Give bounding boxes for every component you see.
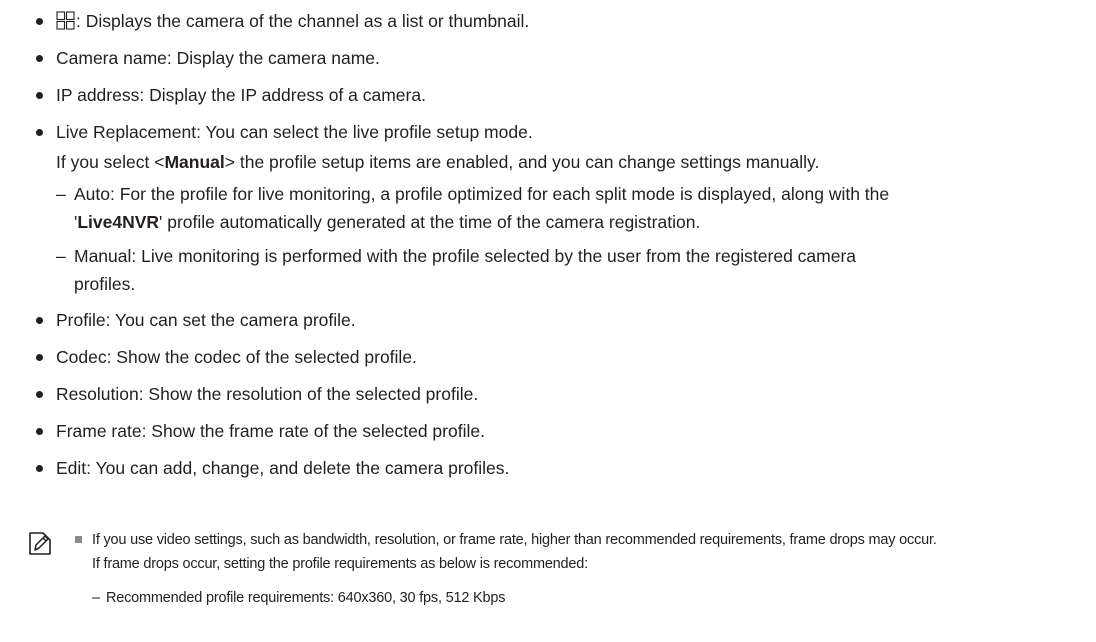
- manual-line1: Manual: Live monitoring is performed wit…: [74, 246, 857, 266]
- dash-marker: –: [56, 246, 66, 266]
- manual-page: : Displays the camera of the channel as …: [0, 0, 1096, 642]
- list-item-camera-name: Camera name: Display the camera name.: [36, 43, 1076, 73]
- resolution-text: Resolution: Show the resolution of the s…: [56, 384, 479, 404]
- codec-text: Codec: Show the codec of the selected pr…: [56, 347, 417, 367]
- list-item-live-replacement: Live Replacement: You can select the liv…: [36, 117, 1076, 298]
- bullet-dot: [36, 354, 43, 361]
- camera-name-text: Camera name: Display the camera name.: [56, 48, 380, 68]
- field-description-list: : Displays the camera of the channel as …: [36, 6, 1076, 490]
- bullet-dot: [36, 92, 43, 99]
- live-replacement-line2: If you select <Manual> the profile setup…: [56, 152, 820, 172]
- list-item-profile: Profile: You can set the camera profile.: [36, 305, 1076, 335]
- auto-line2: 'Live4NVR' profile automatically generat…: [74, 212, 701, 232]
- bullet-dot: [36, 317, 43, 324]
- list-item-ip-address: IP address: Display the IP address of a …: [36, 80, 1076, 110]
- recommended-requirements-text: Recommended profile requirements: 640x36…: [106, 590, 506, 606]
- dash-marker: –: [92, 590, 100, 606]
- bullet-dot: [36, 129, 43, 136]
- note-line2: If frame drops occur, setting the profil…: [92, 556, 588, 572]
- bullet-dot: [36, 428, 43, 435]
- sub-item-auto: – Auto: For the profile for live monitor…: [36, 180, 1076, 236]
- note-box: If you use video settings, such as bandw…: [28, 528, 1078, 638]
- edit-text: Edit: You can add, change, and delete th…: [56, 458, 510, 478]
- note-line1: If you use video settings, such as bandw…: [92, 532, 937, 548]
- bullet-dot: [36, 391, 43, 398]
- live4nvr-keyword: Live4NVR: [77, 212, 160, 232]
- frame-rate-text: Frame rate: Show the frame rate of the s…: [56, 421, 485, 441]
- ip-address-text: IP address: Display the IP address of a …: [56, 85, 426, 105]
- bullet-dot: [36, 18, 43, 25]
- list-item-frame-rate: Frame rate: Show the frame rate of the s…: [36, 416, 1076, 446]
- list-item-resolution: Resolution: Show the resolution of the s…: [36, 379, 1076, 409]
- grid-view-icon: [56, 11, 75, 30]
- list-item-codec: Codec: Show the codec of the selected pr…: [36, 342, 1076, 372]
- profile-text: Profile: You can set the camera profile.: [56, 310, 356, 330]
- dash-marker: –: [56, 184, 66, 204]
- view-toggle-text: : Displays the camera of the channel as …: [76, 11, 530, 31]
- list-item-edit: Edit: You can add, change, and delete th…: [36, 453, 1076, 483]
- manual-line2: profiles.: [74, 274, 136, 294]
- note-sub-item: – Recommended profile requirements: 640x…: [75, 586, 1075, 610]
- square-bullet: [75, 536, 82, 543]
- sub-item-manual: – Manual: Live monitoring is performed w…: [36, 242, 1076, 298]
- list-item-view-toggle: : Displays the camera of the channel as …: [36, 6, 1076, 36]
- auto-line1: Auto: For the profile for live monitorin…: [74, 184, 890, 204]
- note-pencil-icon: [29, 532, 51, 555]
- note-body: If you use video settings, such as bandw…: [75, 528, 1075, 610]
- bullet-dot: [36, 55, 43, 62]
- bullet-dot: [36, 465, 43, 472]
- live-replacement-line1: Live Replacement: You can select the liv…: [56, 122, 533, 142]
- manual-keyword: Manual: [164, 152, 225, 172]
- note-item: If you use video settings, such as bandw…: [75, 528, 1075, 576]
